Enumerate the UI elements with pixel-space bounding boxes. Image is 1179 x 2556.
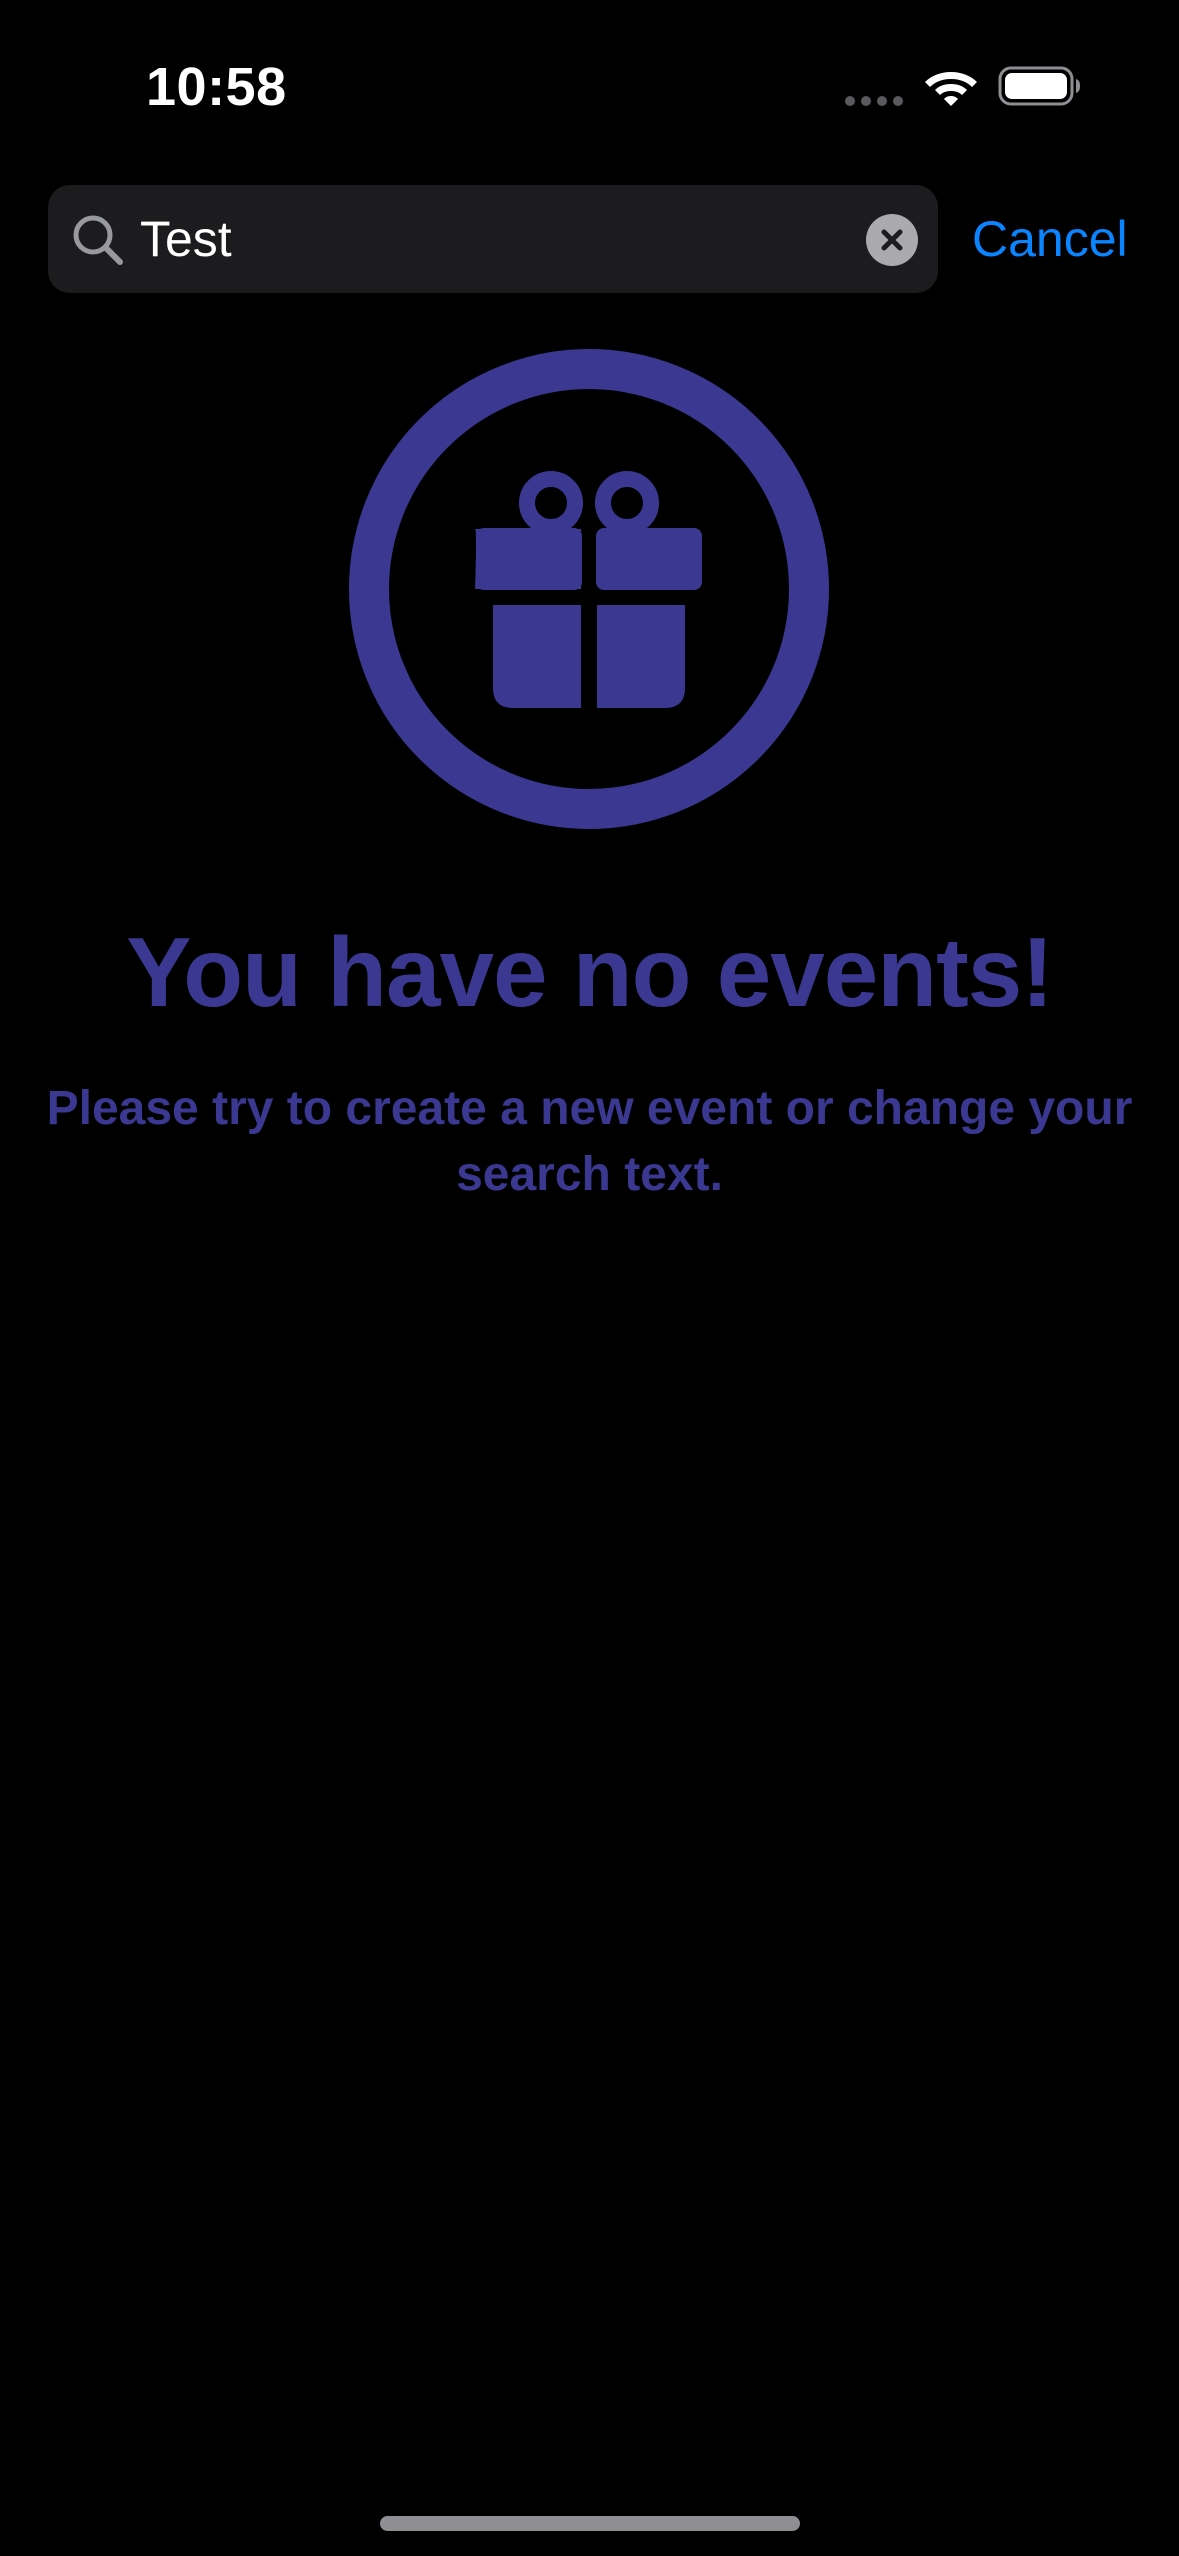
cancel-button[interactable]: Cancel <box>972 204 1128 274</box>
empty-state-title: You have no events! <box>126 917 1054 1027</box>
search-bar <box>48 185 938 293</box>
gift-icon <box>349 349 829 829</box>
status-bar: 10:58 <box>0 0 1179 170</box>
search-icon <box>73 215 123 265</box>
home-indicator[interactable] <box>380 2516 800 2531</box>
empty-state-message: Please try to create a new event or chan… <box>46 1082 1133 1201</box>
search-input[interactable] <box>140 199 890 279</box>
battery-icon <box>998 66 1080 106</box>
clear-icon <box>881 229 903 251</box>
clear-search-button[interactable] <box>866 214 918 266</box>
wifi-icon <box>925 72 977 106</box>
cellular-signal-icon <box>845 96 905 106</box>
status-time: 10:58 <box>146 57 287 117</box>
